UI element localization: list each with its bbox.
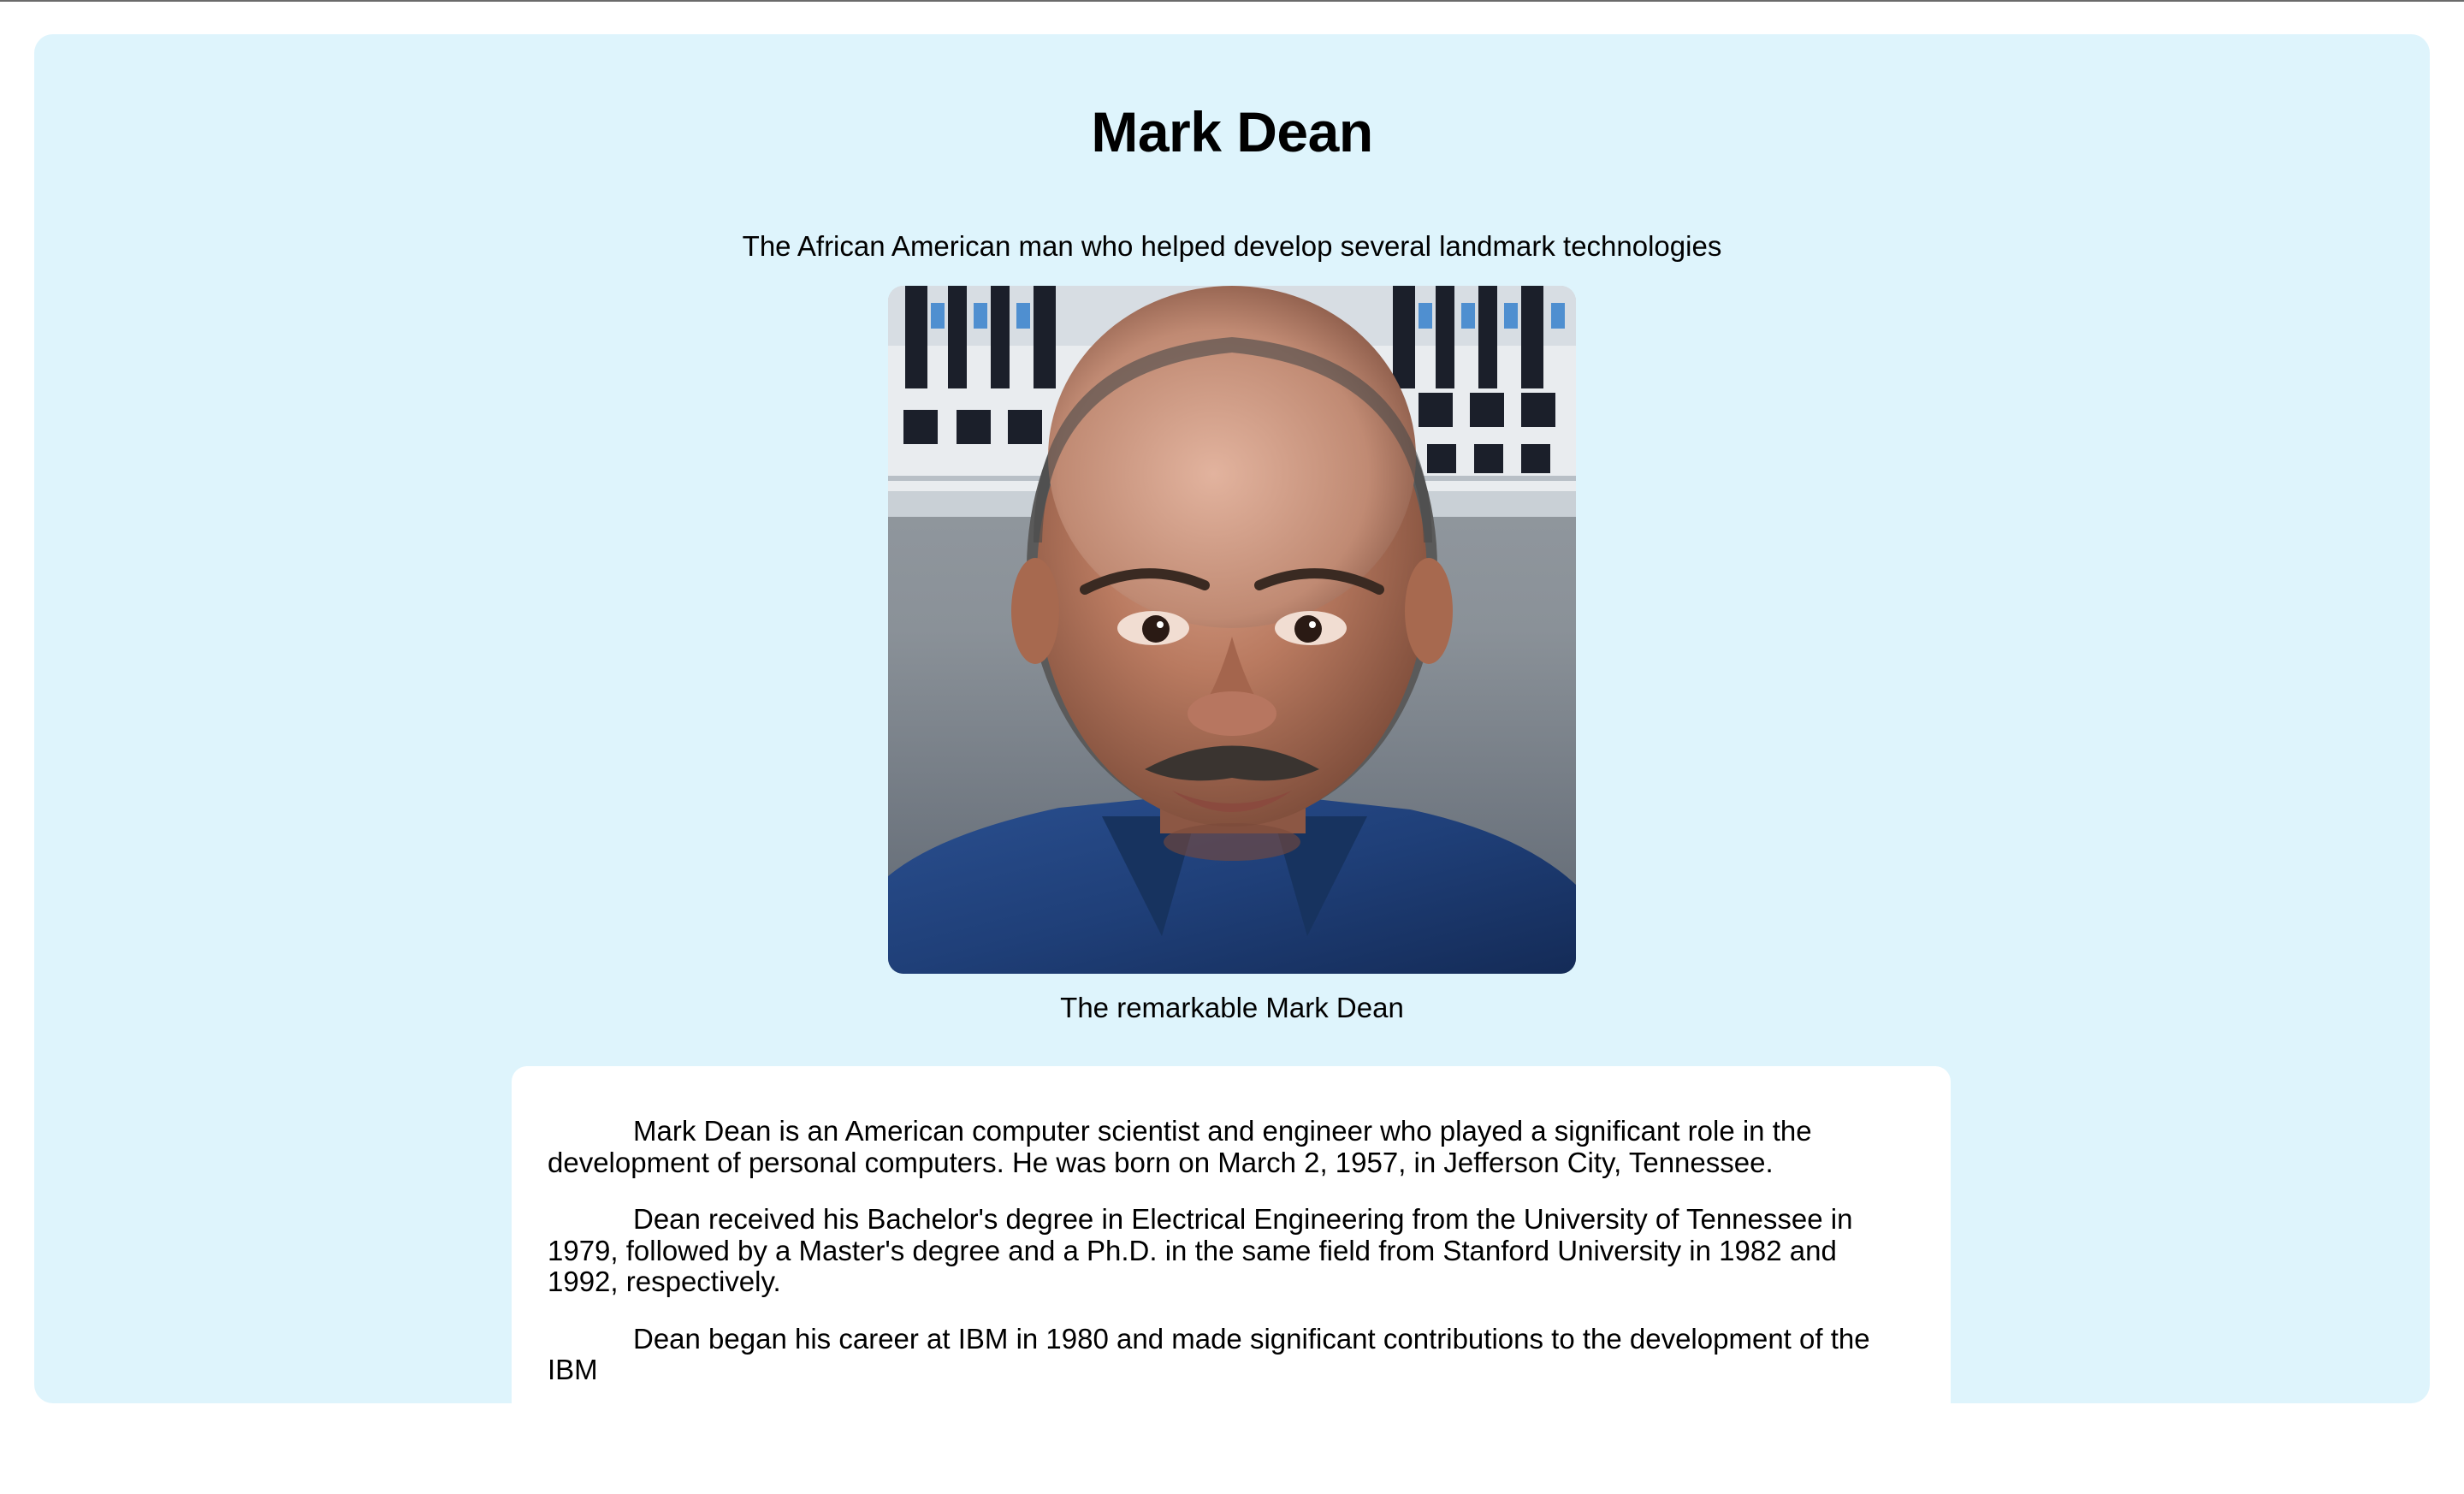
article-paragraph: Dean began his career at IBM in 1980 and…: [548, 1322, 1870, 1385]
page-title: Mark Dean: [1091, 100, 1373, 163]
article-paragraph: Mark Dean is an American computer scient…: [548, 1115, 1812, 1178]
portrait-caption: The remarkable Mark Dean: [1060, 992, 1404, 1023]
article-paragraph: Dean received his Bachelor's degree in E…: [548, 1203, 1853, 1297]
window-top-border: [0, 0, 2464, 2]
portrait-photo: [888, 286, 1576, 974]
page-subtitle: The African American man who helped deve…: [742, 230, 1722, 262]
article-card: Mark Dean is an American computer scient…: [512, 1066, 1951, 1494]
page-container: Mark Dean The African American man who h…: [34, 34, 2430, 1494]
